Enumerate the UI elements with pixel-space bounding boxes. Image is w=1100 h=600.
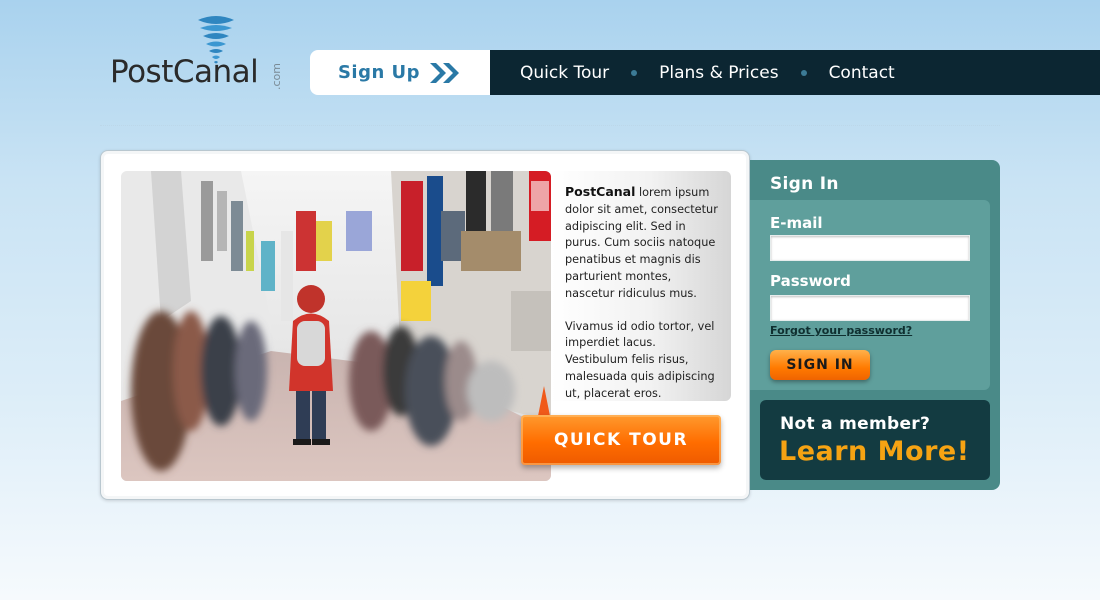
intro-paragraph-1: PostCanal lorem ipsum dolor sit amet, co… xyxy=(565,184,721,303)
learn-more-box[interactable]: Not a member? Learn More! xyxy=(760,400,990,480)
nav-quick-tour[interactable]: Quick Tour xyxy=(520,63,609,83)
learn-more-link[interactable]: Learn More! xyxy=(779,436,970,467)
logo[interactable]: PostCanal .com xyxy=(110,12,290,92)
nav-contact[interactable]: Contact xyxy=(829,63,895,83)
signin-form: E-mail Password Forgot your password? SI… xyxy=(750,200,990,390)
header-divider xyxy=(100,125,1000,126)
double-chevron-right-icon xyxy=(430,62,460,83)
intro-brand: PostCanal xyxy=(565,184,636,199)
forgot-password-link[interactable]: Forgot your password? xyxy=(770,324,912,337)
intro-card: PostCanal lorem ipsum dolor sit amet, co… xyxy=(100,150,750,500)
intro-text: PostCanal lorem ipsum dolor sit amet, co… xyxy=(551,171,731,401)
nav-plans-prices[interactable]: Plans & Prices xyxy=(659,63,778,83)
main-nav: Quick Tour Plans & Prices Contact xyxy=(490,50,1100,95)
logo-wordmark: PostCanal xyxy=(110,54,259,90)
signin-panel: Sign In E-mail Password Forgot your pass… xyxy=(750,160,1000,490)
nav-separator xyxy=(631,69,638,76)
intro-paragraph-2: Vivamus id odio tortor, vel imperdiet la… xyxy=(565,319,715,400)
email-label: E-mail xyxy=(770,214,823,232)
member-question: Not a member? xyxy=(780,414,931,434)
signup-button[interactable]: Sign Up xyxy=(310,50,490,95)
logo-suffix: .com xyxy=(270,63,283,90)
nav-separator xyxy=(800,69,807,76)
email-field[interactable] xyxy=(770,235,970,261)
password-label: Password xyxy=(770,272,851,290)
quick-tour-button[interactable]: QUICK TOUR xyxy=(521,415,721,465)
password-field[interactable] xyxy=(770,295,970,321)
signin-button[interactable]: SIGN IN xyxy=(770,350,870,380)
signup-label: Sign Up xyxy=(337,62,421,83)
signin-title: Sign In xyxy=(770,174,839,194)
city-street-photo xyxy=(121,171,551,481)
intro-paragraph-1-text: lorem ipsum dolor sit amet, consectetur … xyxy=(565,186,718,300)
